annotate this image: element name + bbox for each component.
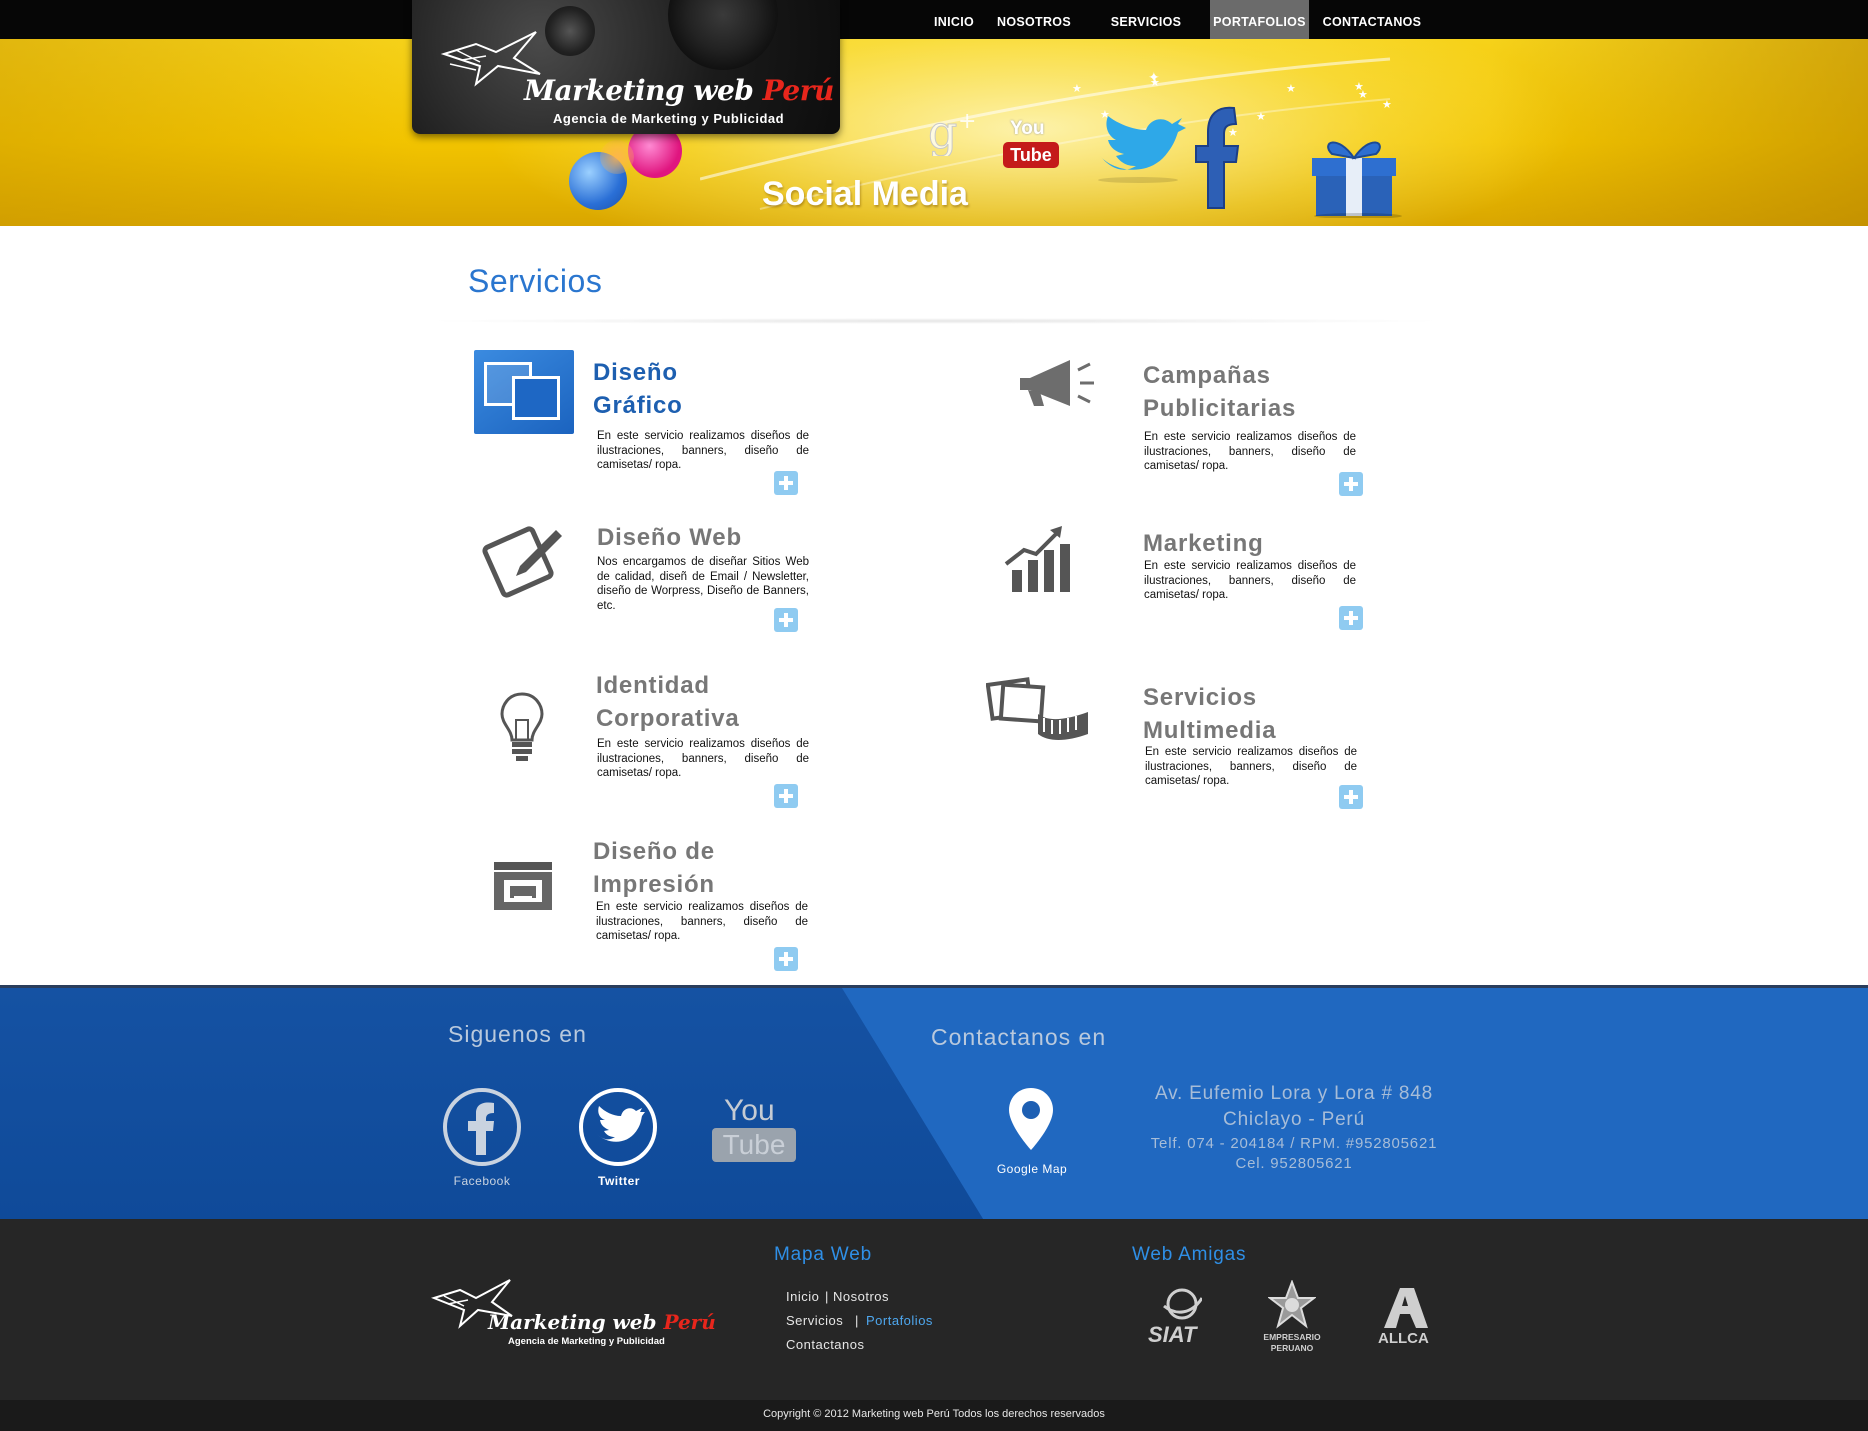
footer-brand-tagline: Agencia de Marketing y Publicidad (508, 1336, 665, 1347)
brand-name[interactable]: Marketing web Perú (524, 74, 834, 107)
youtube-tube-badge: Tube (712, 1128, 796, 1162)
footer-brand-name[interactable]: Marketing web Perú (488, 1310, 716, 1334)
twitter-label[interactable]: Twitter (569, 1174, 669, 1188)
phone-line: Telf. 074 - 204184 / RPM. #952805621 (1150, 1135, 1438, 1152)
footer-link-nosotros[interactable]: Nosotros (833, 1289, 889, 1304)
more-button[interactable] (774, 608, 798, 632)
service-description: En este servicio realizamos diseños de i… (597, 738, 809, 779)
service-description: Nos encargamos de diseñar Sitios Web de … (597, 556, 809, 612)
city-line: Chiclayo - Perú (1223, 1109, 1365, 1130)
nav-servicios[interactable]: SERVICIOS (1082, 0, 1210, 39)
service-title[interactable]: Identidad Corporativa (596, 669, 740, 735)
main-nav: INICIO NOSOTROS SERVICIOS PORTAFOLIOS CO… (922, 0, 1435, 39)
facebook-link[interactable] (443, 1088, 521, 1166)
service-description: En este servicio realizamos diseños de i… (597, 430, 809, 471)
separator: | (825, 1289, 829, 1304)
map-pin-icon (1009, 1088, 1053, 1150)
nav-nosotros[interactable]: NOSOTROS (986, 0, 1082, 39)
address-line: Av. Eufemio Lora y Lora # 848 (1154, 1083, 1434, 1104)
more-button[interactable] (1339, 606, 1363, 630)
more-button[interactable] (774, 784, 798, 808)
twitter-bird-icon (597, 1106, 645, 1142)
partner-empresario-peruano[interactable]: EMPRESARIO PERUANO (1252, 1280, 1332, 1360)
service-title[interactable]: Diseño Gráfico (593, 356, 683, 422)
contact-band (0, 985, 1868, 1219)
service-description: En este servicio realizamos diseños de i… (1144, 431, 1356, 472)
nav-inicio[interactable]: INICIO (922, 0, 986, 39)
empresario-text-1: EMPRESARIO (1263, 1332, 1321, 1342)
star-emblem-icon (1268, 1280, 1316, 1329)
youtube-icon: You (1010, 118, 1045, 139)
separator: | (855, 1313, 859, 1328)
twitter-link[interactable] (579, 1088, 657, 1166)
footer (0, 1219, 1868, 1400)
service-title[interactable]: Diseño de Impresión (593, 835, 715, 901)
service-title[interactable]: Servicios Multimedia (1143, 681, 1276, 747)
friends-heading: Web Amigas (1132, 1244, 1247, 1265)
pen-tablet-icon (482, 526, 562, 598)
growth-chart-icon (1004, 526, 1070, 592)
lightbulb-icon (500, 692, 544, 761)
siat-logo-text: SIAT (1148, 1322, 1197, 1347)
google-map-label: Google Map (996, 1162, 1068, 1176)
footer-link-portafolios[interactable]: Portafolios (866, 1313, 933, 1328)
globe-icon (1163, 1288, 1202, 1320)
service-description: En este servicio realizamos diseños de i… (1144, 560, 1356, 601)
partner-siat[interactable]: SIAT (1142, 1286, 1218, 1352)
service-title[interactable]: Diseño Web (597, 521, 742, 554)
more-button[interactable] (1339, 472, 1363, 496)
printer-icon (494, 862, 552, 910)
youtube-tube-badge: Tube (1003, 142, 1059, 168)
youtube-you-text: You (724, 1094, 775, 1127)
site-map-heading: Mapa Web (774, 1244, 872, 1265)
windows-icon (474, 350, 574, 434)
footer-link-servicios[interactable]: Servicios (786, 1313, 843, 1328)
youtube-link[interactable]: You Tube (712, 1094, 796, 1164)
svg-text:+: + (958, 109, 976, 134)
gift-box-icon (1312, 141, 1402, 218)
megaphone-icon (1020, 360, 1094, 406)
facebook-icon (1195, 106, 1240, 209)
more-button[interactable] (774, 947, 798, 971)
empresario-text-2: PERUANO (1270, 1343, 1314, 1353)
twitter-bird-icon (1098, 116, 1186, 183)
contact-heading: Contactanos en (931, 1024, 1107, 1050)
facebook-icon (468, 1102, 494, 1155)
page: INICIO NOSOTROS SERVICIOS PORTAFOLIOS CO… (0, 0, 1868, 1431)
allca-logo-text: ALLCA (1378, 1330, 1429, 1347)
footer-link-contactanos[interactable]: Contactanos (786, 1337, 865, 1352)
hero-title: Social Media (762, 175, 968, 213)
google-map-link[interactable]: Google Map (996, 1086, 1068, 1182)
copyright-text: Copyright © 2012 Marketing web Perú Todo… (763, 1408, 1105, 1420)
allca-a-icon (1384, 1288, 1428, 1328)
divider (420, 318, 1450, 324)
svg-text:g: g (928, 105, 957, 156)
footer-link-inicio[interactable]: Inicio (786, 1289, 819, 1304)
brand-tagline: Agencia de Marketing y Publicidad (553, 111, 785, 126)
nav-portafolios[interactable]: PORTAFOLIOS (1210, 0, 1309, 39)
more-button[interactable] (1339, 785, 1363, 809)
follow-heading: Siguenos en (448, 1021, 587, 1047)
google-plus-icon: g + (928, 105, 977, 157)
service-description: En este servicio realizamos diseños de i… (1145, 746, 1357, 787)
service-description: En este servicio realizamos diseños de i… (596, 901, 808, 942)
service-title[interactable]: Marketing (1143, 527, 1264, 560)
page-title: Servicios (468, 263, 603, 299)
cell-line: Cel. 952805621 (1235, 1155, 1353, 1172)
photos-film-icon (986, 677, 1088, 740)
partner-allca[interactable]: ALLCA (1372, 1286, 1438, 1350)
facebook-label[interactable]: Facebook (432, 1174, 532, 1188)
nav-contactanos[interactable]: CONTACTANOS (1309, 0, 1435, 39)
service-title[interactable]: Campañas Publicitarias (1143, 359, 1296, 425)
more-button[interactable] (774, 471, 798, 495)
orange-bubble (600, 140, 634, 174)
